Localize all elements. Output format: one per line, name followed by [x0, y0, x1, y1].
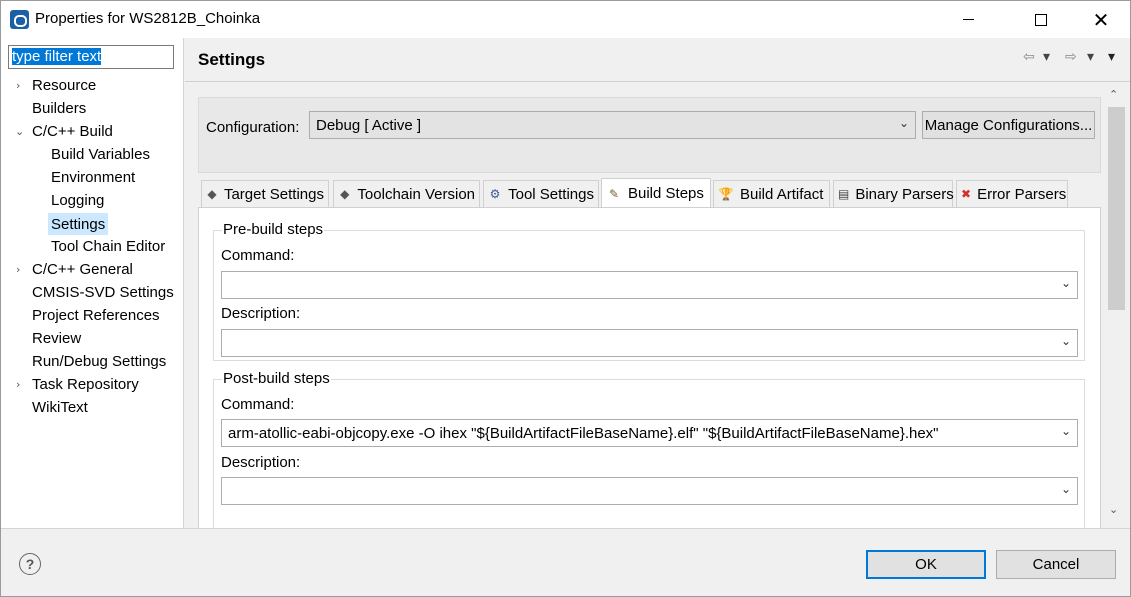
- forward-arrow-icon[interactable]: ⇨: [1065, 49, 1077, 65]
- chevron-down-icon: ⌄: [1060, 482, 1071, 496]
- dialog-footer: ? OK Cancel: [1, 528, 1130, 596]
- tab-error-parsers[interactable]: ✖ Error Parsers: [956, 180, 1068, 207]
- pre-build-command-label: Command:: [221, 247, 295, 264]
- chevron-down-icon: ⌄: [898, 116, 909, 130]
- scroll-thumb[interactable]: [1108, 107, 1125, 310]
- sidebar-item-project-references[interactable]: Project References: [32, 305, 160, 327]
- tab-label: Error Parsers: [977, 185, 1067, 203]
- tab-build-steps[interactable]: ✎ Build Steps: [601, 178, 711, 208]
- page-title: Settings: [198, 50, 266, 69]
- tab-label: Build Steps: [628, 185, 704, 202]
- sidebar-item-logging[interactable]: Logging: [51, 190, 104, 212]
- maximize-button[interactable]: [1018, 1, 1064, 38]
- build-steps-icon: ✎: [608, 186, 620, 201]
- post-build-group: Post-build steps Command: arm-atollic-ea…: [213, 370, 1085, 528]
- tab-binary-parsers[interactable]: ▤ Binary Parsers: [833, 180, 954, 207]
- chevron-down-icon: ⌄: [1060, 424, 1071, 438]
- post-build-description-input[interactable]: ⌄: [221, 477, 1078, 505]
- close-icon: ✕: [1092, 7, 1110, 32]
- filter-text: type filter text: [12, 48, 102, 65]
- pre-build-title: Pre-build steps: [222, 221, 325, 238]
- post-build-command-label: Command:: [221, 396, 295, 413]
- sidebar-item-task-repository[interactable]: Task Repository: [32, 374, 139, 396]
- chevron-down-icon: ⌄: [1060, 276, 1071, 290]
- sidebar-item-cc-general[interactable]: C/C++ General: [32, 259, 133, 281]
- tab-toolchain-version[interactable]: ◆ Toolchain Version: [333, 180, 480, 207]
- app-logo-icon: [10, 10, 29, 29]
- post-build-command-value: arm-atollic-eabi-objcopy.exe -O ihex "${…: [228, 425, 939, 442]
- chevron-down-icon: ⌄: [1060, 334, 1071, 348]
- configuration-select[interactable]: Debug [ Active ] ⌄: [309, 111, 916, 139]
- tab-label: Target Settings: [223, 185, 324, 203]
- properties-dialog: Properties for WS2812B_Choinka ✕ type fi…: [0, 0, 1131, 597]
- close-button[interactable]: ✕: [1078, 1, 1124, 38]
- pre-build-description-label: Description:: [221, 305, 301, 322]
- error-parsers-icon: ✖: [961, 187, 972, 201]
- scroll-up-icon[interactable]: ⌃: [1109, 88, 1118, 101]
- tab-label: Binary Parsers: [855, 185, 954, 203]
- configuration-label: Configuration:: [206, 119, 300, 136]
- minimize-button[interactable]: [945, 1, 991, 38]
- cancel-button[interactable]: Cancel: [996, 550, 1116, 579]
- tab-label: Build Artifact: [740, 185, 824, 203]
- tab-tool-settings[interactable]: ⚙ Tool Settings: [483, 180, 599, 207]
- tab-target-settings[interactable]: ◆ Target Settings: [201, 180, 329, 207]
- sidebar-item-wikitext[interactable]: WikiText: [32, 397, 88, 419]
- sidebar-item-build-variables[interactable]: Build Variables: [51, 144, 150, 166]
- sidebar-item-cc-build[interactable]: C/C++ Build: [32, 121, 113, 143]
- forward-dropdown-icon[interactable]: ▾: [1087, 49, 1094, 65]
- ok-button[interactable]: OK: [866, 550, 986, 579]
- help-icon[interactable]: ?: [19, 553, 41, 575]
- sidebar-item-review[interactable]: Review: [32, 328, 81, 350]
- sidebar-item-cmsis-svd-settings[interactable]: CMSIS-SVD Settings: [32, 282, 174, 304]
- tool-settings-icon: ⚙: [489, 187, 501, 201]
- sidebar-item-tool-chain-editor[interactable]: Tool Chain Editor: [51, 236, 165, 258]
- back-arrow-icon[interactable]: ⇦: [1023, 49, 1035, 65]
- expand-arrow-icon[interactable]: ›: [16, 374, 28, 396]
- expand-arrow-icon[interactable]: ›: [16, 75, 28, 97]
- pre-build-group: Pre-build steps Command: ⌄ Description: …: [213, 221, 1085, 361]
- maximize-icon: [1035, 13, 1047, 26]
- window-title: Properties for WS2812B_Choinka: [35, 10, 261, 27]
- title-bar: Properties for WS2812B_Choinka ✕: [1, 1, 1130, 38]
- build-steps-panel: Pre-build steps Command: ⌄ Description: …: [198, 207, 1101, 528]
- sidebar-item-settings[interactable]: Settings: [48, 213, 109, 235]
- sidebar-item-run-debug-settings[interactable]: Run/Debug Settings: [32, 351, 166, 373]
- pre-build-description-input[interactable]: ⌄: [221, 329, 1078, 357]
- tab-label: Tool Settings: [508, 185, 594, 203]
- vertical-scrollbar[interactable]: ⌃ ⌄: [1105, 83, 1127, 528]
- sidebar-item-resource[interactable]: Resource: [32, 75, 96, 97]
- minimize-icon: [962, 19, 974, 20]
- binary-parsers-icon: ▤: [838, 187, 850, 201]
- sidebar-item-environment[interactable]: Environment: [51, 167, 135, 189]
- sidebar-item-builders[interactable]: Builders: [32, 98, 86, 120]
- toolchain-icon: ◆: [340, 187, 350, 201]
- settings-content: Configuration: Debug [ Active ] ⌄ Manage…: [185, 83, 1105, 528]
- page-header: Settings ⇦ ▾ ⇨ ▾ ▾: [185, 38, 1130, 82]
- manage-configurations-button[interactable]: Manage Configurations...: [922, 111, 1095, 139]
- tab-build-artifact[interactable]: 🏆 Build Artifact: [713, 180, 830, 207]
- main-panel: Settings ⇦ ▾ ⇨ ▾ ▾ Configuration: Debug …: [185, 38, 1130, 528]
- sidebar: type filter text › Resource Builders ⌄ C…: [1, 38, 184, 528]
- tab-label: Toolchain Version: [357, 185, 475, 203]
- configuration-value: Debug [ Active ]: [316, 117, 422, 134]
- post-build-description-label: Description:: [221, 454, 301, 471]
- view-menu-icon[interactable]: ▾: [1108, 49, 1115, 65]
- build-artifact-icon: 🏆: [718, 187, 734, 201]
- back-dropdown-icon[interactable]: ▾: [1043, 49, 1050, 65]
- collapse-arrow-icon[interactable]: ⌄: [15, 121, 27, 143]
- scroll-down-icon[interactable]: ⌄: [1109, 503, 1118, 516]
- configuration-section: Configuration: Debug [ Active ] ⌄ Manage…: [198, 97, 1101, 173]
- post-build-command-input[interactable]: arm-atollic-eabi-objcopy.exe -O ihex "${…: [221, 419, 1078, 447]
- filter-input[interactable]: type filter text: [8, 45, 174, 69]
- target-settings-icon: ◆: [207, 187, 217, 201]
- expand-arrow-icon[interactable]: ›: [16, 259, 28, 281]
- pre-build-command-input[interactable]: ⌄: [221, 271, 1078, 299]
- post-build-title: Post-build steps: [222, 370, 331, 387]
